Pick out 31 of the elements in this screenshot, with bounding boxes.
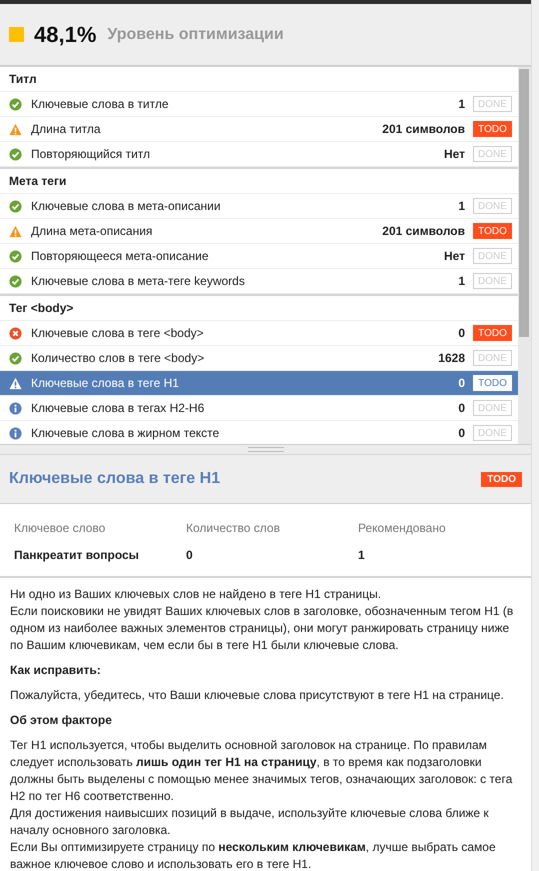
check-row[interactable]: Длина мета-описания 201 символов TODO <box>0 219 518 244</box>
check-row[interactable]: Ключевые слова в теге <body> 0 TODO <box>0 321 518 346</box>
column-header: Ключевое слово <box>14 521 106 535</box>
detail-title: Ключевые слова в теге H1 <box>9 470 220 488</box>
scrollbar[interactable] <box>518 67 531 444</box>
status-button[interactable]: TODO <box>473 325 512 341</box>
paragraph: Если Вы оптимизируете страницу по нескольким ключевикам, лучше выбрать самое важное ключевое слово и использовать его в теге H1. <box>10 839 497 871</box>
table-cell-text: 1 <box>358 548 366 562</box>
splitter-handle[interactable] <box>0 444 531 454</box>
score-label: Уровень оптимизации <box>107 26 284 44</box>
section-title: Титл <box>0 67 518 92</box>
paragraph: Если поисковики не увидят Ваших ключевых слов в заголовке, обозначенным тегом H1 (в одном из наиболее важных элементов страницы), они могут ранжировать страницу ниже по Вашим ключевикам, чем если бы в теге H1 были ключевые слова. <box>10 603 514 654</box>
status-button[interactable]: TODO <box>473 121 512 137</box>
paragraph: Ни одно из Ваших ключевых слов не найдено в теге H1 страницы. <box>10 586 382 603</box>
status-button[interactable]: TODO <box>473 375 512 391</box>
score-value: 48,1% <box>34 22 96 48</box>
check-row[interactable]: Длина титла 201 символов TODO <box>0 117 518 142</box>
subheading: Как исправить: <box>10 662 102 679</box>
section-title: Тег <body> <box>0 296 518 321</box>
table-cell-text: Панкреатит вопросы <box>14 548 140 562</box>
check-row[interactable]: Ключевые слова в теге H1 0 TODO <box>0 371 518 396</box>
column-header: Количество слов <box>186 521 281 535</box>
table-cell-text: 0 <box>186 548 194 562</box>
section-title: Мета теги <box>0 169 518 194</box>
paragraph: Пожалуйста, убедитесь, что Ваши ключевые слова присутствуют в теге H1 на странице. <box>10 687 505 704</box>
paragraph: Тег H1 используется, чтобы выделить основной заголовок на странице. По правилам следует использовать лишь один тег H1 на страницу, в то время как подзаголовки должны быть выделены с помощью менее значимых тегов, означающих заголовок: с тега H2 по тег H6 соответственно. <box>10 737 514 805</box>
todo-badge: TODO <box>481 472 522 486</box>
column-header: Рекомендовано <box>358 521 447 535</box>
status-button[interactable]: TODO <box>473 223 512 239</box>
paragraph: Для достижения наивысших позиций в выдаче, используйте ключевые слова ближе к началу основного заголовка. <box>10 805 490 839</box>
subheading: Об этом факторе <box>10 712 113 729</box>
